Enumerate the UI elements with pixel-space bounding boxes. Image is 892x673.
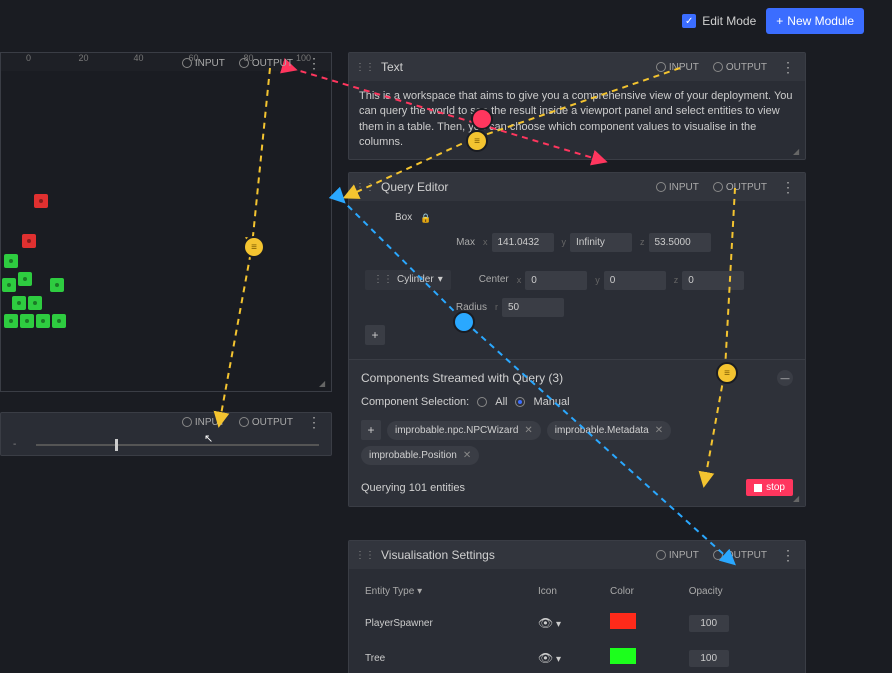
timeline-marker: - [13,439,16,450]
table-row: PlayerSpawner 👁 ▾ [361,607,793,640]
resize-handle[interactable]: ◢ [793,147,803,157]
opacity-input[interactable] [689,615,729,632]
timeline-menu-button[interactable]: ⋮ [303,414,325,431]
timeline-output-port[interactable]: OUTPUT [235,415,297,430]
component-tag[interactable]: improbable.npc.NPCWizard✕ [387,421,541,440]
new-module-label: New Module [787,14,854,28]
drag-handle-icon[interactable]: ⋮⋮ [355,182,375,193]
col-opacity: Opacity [685,579,793,605]
col-icon: Icon [534,579,604,605]
drag-handle-icon[interactable]: ⋮⋮ [355,550,375,561]
center-z-input[interactable] [682,271,744,290]
remove-tag-icon[interactable]: ✕ [524,425,532,436]
opacity-input[interactable] [689,650,729,667]
chevron-down-icon: ▾ [438,273,443,287]
plus-icon: + [776,14,783,28]
timeline-panel: INPUT OUTPUT ⋮ - [0,412,332,456]
component-tag[interactable]: improbable.Metadata✕ [547,421,671,440]
cylinder-shape-toggle[interactable]: ⋮⋮Cylinder ▾ [365,270,451,290]
viewport-input-port[interactable]: INPUT [178,56,229,71]
color-swatch[interactable] [610,648,636,664]
viewport-panel: INPUT OUTPUT ⋮ 020406080100 ◢ [0,52,332,392]
timeline-input-port[interactable]: INPUT [178,415,229,430]
manual-label: Manual [533,396,569,408]
timeline-slider[interactable] [36,444,319,446]
add-component-button[interactable]: + [361,420,381,440]
table-row: Tree 👁 ▾ [361,642,793,673]
color-swatch[interactable] [610,613,636,629]
connection-node-icon[interactable] [453,311,475,333]
edit-mode-toggle[interactable]: ✓ Edit Mode [682,14,756,28]
connection-node-icon[interactable] [471,108,493,130]
query-output-port[interactable]: OUTPUT [709,180,771,195]
center-label: Center [459,273,509,287]
query-editor-panel: ⋮⋮Query Editor INPUT OUTPUT ⋮ Box 🔒 Max … [348,172,806,507]
text-input-port[interactable]: INPUT [652,60,703,75]
manual-radio[interactable] [515,397,525,407]
center-x-input[interactable] [525,271,587,290]
drag-handle-icon[interactable]: ⋮⋮ [355,62,375,73]
connection-node-icon[interactable]: ≡ [716,362,738,384]
max-z-input[interactable] [649,233,711,252]
text-panel: ⋮⋮ Text INPUT OUTPUT ⋮ This is a workspac… [348,52,806,160]
max-y-input[interactable] [570,233,632,252]
visualisation-table: Entity Type ▾ Icon Color Opacity PlayerS… [359,577,795,673]
visibility-icon[interactable]: 👁 [538,651,553,665]
sort-icon: ▾ [417,586,422,597]
vis-output-port[interactable]: OUTPUT [709,548,771,563]
visualisation-title: Visualisation Settings [381,548,495,562]
radius-input[interactable] [502,298,564,317]
viewport-canvas[interactable] [1,71,331,391]
vis-menu-button[interactable]: ⋮ [777,547,799,564]
text-panel-body: This is a workspace that aims to give yo… [349,81,805,159]
new-module-button[interactable]: + New Module [766,8,864,34]
all-label: All [495,396,507,408]
checkbox-checked-icon: ✓ [682,14,696,28]
text-panel-title: Text [381,60,403,74]
component-selection-label: Component Selection: [361,396,469,408]
visibility-icon[interactable]: 👁 [538,616,553,630]
max-x-input[interactable] [492,233,554,252]
components-section: Components Streamed with Query (3) — Com… [349,359,805,506]
collapse-icon[interactable]: — [777,370,793,386]
component-tag[interactable]: improbable.Position✕ [361,446,479,465]
viewport-menu-button[interactable]: ⋮ [303,55,325,72]
col-color: Color [606,579,683,605]
connection-node-icon[interactable]: ≡ [466,130,488,152]
stop-query-button[interactable]: stop [746,479,793,496]
topbar: ✓ Edit Mode + New Module [682,8,864,34]
remove-tag-icon[interactable]: ✕ [463,450,471,461]
viewport-output-port[interactable]: OUTPUT [235,56,297,71]
remove-tag-icon[interactable]: ✕ [655,425,663,436]
slider-thumb[interactable] [115,439,118,451]
query-input-port[interactable]: INPUT [652,180,703,195]
chevron-down-icon[interactable]: ▾ [556,619,561,630]
all-radio[interactable] [477,397,487,407]
entity-name: Tree [361,642,532,673]
query-menu-button[interactable]: ⋮ [777,179,799,196]
resize-handle[interactable]: ◢ [793,494,803,504]
components-title: Components Streamed with Query (3) [361,371,563,385]
vis-input-port[interactable]: INPUT [652,548,703,563]
resize-handle[interactable]: ◢ [319,379,329,389]
text-menu-button[interactable]: ⋮ [777,59,799,76]
add-constraint-button[interactable]: + [365,325,385,345]
connection-node-icon[interactable]: ≡ [243,236,265,258]
query-editor-title: Query Editor [381,180,448,194]
center-y-input[interactable] [604,271,666,290]
col-entity-type[interactable]: Entity Type ▾ [361,579,532,605]
max-label: Max [425,236,475,250]
chevron-down-icon[interactable]: ▾ [556,654,561,665]
stop-icon [754,484,762,492]
entity-name: PlayerSpawner [361,607,532,640]
lock-icon: 🔒 [420,212,431,225]
box-shape-label: Box [395,211,412,225]
edit-mode-label: Edit Mode [702,14,756,28]
visualisation-settings-panel: ⋮⋮Visualisation Settings INPUT OUTPUT ⋮ … [348,540,806,673]
text-output-port[interactable]: OUTPUT [709,60,771,75]
query-status-text: Querying 101 entities [361,482,465,494]
